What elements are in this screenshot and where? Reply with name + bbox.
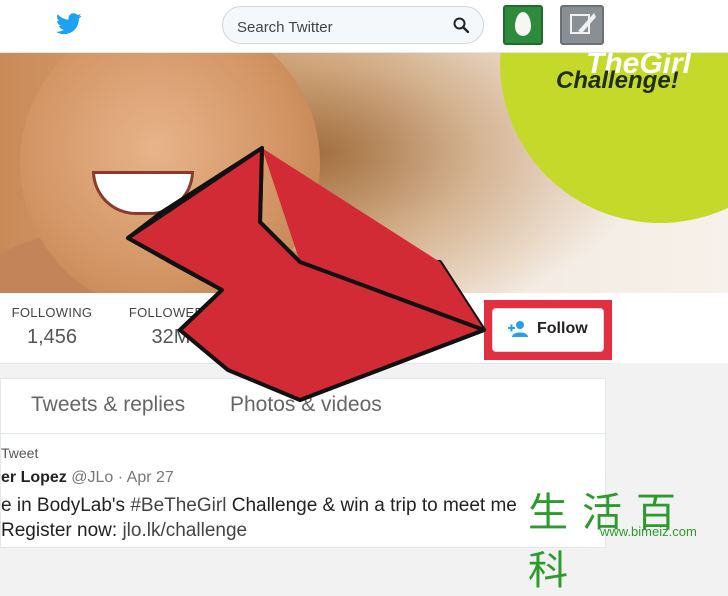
- stat-label: FOLLOWING: [11, 305, 93, 320]
- compose-tweet-button[interactable]: [560, 5, 604, 45]
- top-navigation-bar: [0, 0, 728, 53]
- search-box[interactable]: [222, 6, 484, 44]
- tweet-text: Challenge & win a trip to meet me: [226, 495, 517, 516]
- tab-photos-videos[interactable]: Photos & videos: [230, 393, 382, 417]
- profile-stats-bar: FOLLOWING 1,456 FOLLOWERS 32M: [0, 293, 728, 364]
- timeline-card: Tweets & replies Photos & videos Tweet e…: [0, 378, 607, 548]
- add-user-icon: [508, 321, 528, 337]
- stat-value: 1,456: [26, 326, 78, 348]
- tweet-date[interactable]: Apr 27: [127, 469, 174, 486]
- tweet-text: Register now:: [1, 520, 123, 541]
- stat-followers[interactable]: FOLLOWERS 32M: [126, 305, 216, 349]
- tweet-text-line2: Register now: jlo.lk/challenge: [1, 520, 247, 542]
- timeline-tabs: Tweets & replies Photos & videos: [1, 379, 607, 434]
- stat-value: 32M: [151, 326, 191, 348]
- tweet-link[interactable]: jlo.lk/challenge: [122, 520, 247, 541]
- search-input[interactable]: [235, 16, 449, 38]
- profile-avatar-button[interactable]: [503, 5, 543, 45]
- follow-button[interactable]: Follow: [492, 308, 604, 352]
- author-handle[interactable]: @JLo: [71, 469, 113, 486]
- retweet-context: Tweet: [1, 445, 39, 461]
- tab-tweets-replies[interactable]: Tweets & replies: [31, 393, 185, 417]
- stat-following[interactable]: FOLLOWING 1,456: [8, 305, 96, 349]
- tweet-text-line1: e in BodyLab's #BeTheGirl Challenge & wi…: [1, 495, 517, 517]
- tweet-author-row: er Lopez @JLo · Apr 27: [1, 469, 174, 487]
- separator-dot: ·: [117, 469, 124, 486]
- author-name[interactable]: er Lopez: [1, 469, 67, 486]
- compose-feather-icon: [570, 13, 596, 34]
- stat-label: FOLLOWERS: [128, 305, 214, 320]
- follow-button-label: Follow: [537, 320, 588, 337]
- hashtag-link[interactable]: #BeTheGirl: [130, 495, 226, 516]
- tweet-text: e in BodyLab's: [1, 495, 131, 516]
- egg-avatar-icon: [515, 12, 531, 36]
- twitter-bird-icon[interactable]: [56, 12, 82, 36]
- profile-banner: TheGirl Challenge!: [0, 53, 728, 293]
- promo-text-line2: Challenge!: [556, 67, 679, 94]
- watermark-url: www.bimeiz.com: [600, 524, 697, 539]
- search-icon[interactable]: [453, 17, 469, 33]
